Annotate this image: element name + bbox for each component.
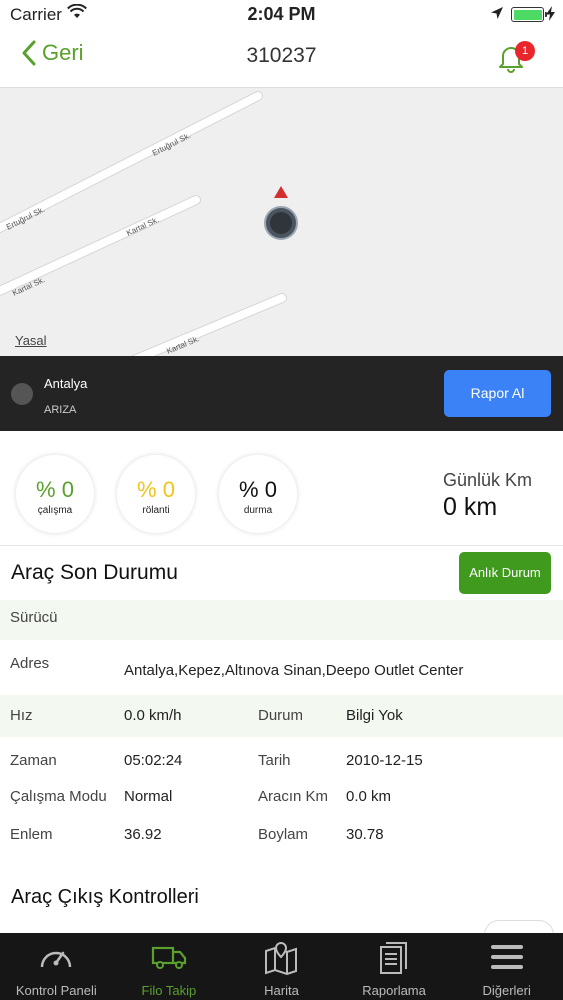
stat-label: rölanti: [142, 505, 170, 516]
address-row: Adres Antalya,Kepez,Altınova Sinan,Deepo…: [0, 640, 563, 695]
heading-arrow-icon: [274, 186, 288, 198]
state-value: Bilgi Yok: [346, 707, 403, 724]
street-label: Kartal Sk.: [125, 215, 160, 238]
notification-badge: 1: [515, 41, 535, 61]
date-value: 2010-12-15: [346, 752, 423, 769]
time-label: Zaman: [10, 752, 57, 769]
gauge-icon: [38, 941, 74, 976]
report-button[interactable]: Rapor Al: [444, 370, 551, 417]
address-label: Adres: [10, 655, 50, 672]
menu-icon: [489, 941, 525, 976]
driver-row: Sürücü: [0, 600, 563, 640]
instant-status-button[interactable]: Anlık Durum: [459, 552, 551, 594]
mode-value: Normal: [124, 788, 173, 805]
speed-value: 0.0 km/h: [124, 707, 182, 724]
tab-label: Kontrol Paneli: [15, 983, 97, 998]
daily-km-value: 0 km: [443, 493, 498, 521]
section-title: Araç Son Durumu: [11, 561, 178, 584]
time-row: Zaman 05:02:24 Tarih 2010-12-15: [0, 737, 563, 779]
tab-others[interactable]: Diğerleri: [450, 933, 563, 1000]
address-value: Antalya,Kepez,Altınova Sinan,Deepo Outle…: [124, 662, 464, 679]
stat-stopped: % 0 durma: [218, 454, 298, 534]
stats-panel: % 0 çalışma % 0 rölanti % 0 durma Günlük…: [0, 431, 563, 546]
date-label: Tarih: [258, 752, 291, 769]
tab-bar: Kontrol Paneli Filo Takip Harita Raporla…: [0, 933, 563, 1000]
daily-km-label: Günlük Km: [443, 470, 533, 490]
speed-row: Hız 0.0 km/h Durum Bilgi Yok: [0, 695, 563, 737]
latitude-label: Enlem: [10, 826, 53, 843]
tab-label: Diğerleri: [482, 983, 531, 998]
map-view[interactable]: Ertuğrul Sk. Ertuğrul Sk. Kartal Sk. Kar…: [0, 88, 563, 356]
status-dot-icon: [11, 383, 33, 405]
stat-idle: % 0 rölanti: [116, 454, 196, 534]
tab-label: Filo Takip: [141, 983, 197, 998]
mode-label: Çalışma Modu: [10, 788, 107, 805]
longitude-label: Boylam: [258, 826, 309, 843]
stat-label: çalışma: [37, 505, 73, 516]
vehicle-km-value: 0.0 km: [346, 788, 392, 805]
exit-controls-title: Araç Çıkış Kontrolleri: [11, 886, 199, 908]
page-title: 310237: [246, 44, 317, 67]
document-icon: [378, 941, 410, 980]
stat-working: % 0 çalışma: [15, 454, 95, 534]
truck-icon: [150, 941, 188, 976]
mode-row: Çalışma Modu Normal Aracın Km 0.0 km: [0, 779, 563, 815]
vehicle-info-bar: Antalya ARIZA Rapor Al: [0, 356, 563, 431]
time-value: 05:02:24: [124, 752, 183, 769]
vehicle-status: ARIZA: [44, 404, 77, 416]
navigation-bar: Geri 310237 1: [0, 30, 563, 88]
vehicle-km-label: Aracın Km: [258, 788, 329, 805]
charging-bolt-icon: [546, 6, 555, 24]
speed-label: Hız: [10, 707, 33, 724]
tab-fleet-tracking[interactable]: Filo Takip: [113, 933, 226, 1000]
state-label: Durum: [258, 707, 304, 724]
latitude-value: 36.92: [124, 826, 162, 843]
longitude-value: 30.78: [346, 826, 384, 843]
tab-reporting[interactable]: Raporlama: [338, 933, 451, 1000]
tab-label: Harita: [264, 983, 299, 998]
last-status-header: Araç Son Durumu Anlık Durum: [0, 546, 563, 600]
clock: 2:04 PM: [247, 4, 316, 24]
vehicle-city: Antalya: [44, 376, 88, 391]
battery-icon: [511, 7, 547, 22]
stat-value: % 0: [137, 477, 175, 502]
legal-link[interactable]: Yasal: [15, 333, 47, 348]
map-icon: [263, 941, 299, 978]
stat-value: % 0: [36, 477, 74, 502]
tab-label: Raporlama: [362, 983, 426, 998]
tab-control-panel[interactable]: Kontrol Paneli: [0, 933, 113, 1000]
stat-value: % 0: [239, 477, 277, 502]
stat-label: durma: [243, 505, 273, 516]
tab-map[interactable]: Harita: [225, 933, 338, 1000]
driver-label: Sürücü: [10, 609, 58, 626]
location-arrow-icon: [490, 6, 504, 25]
status-bar: Carrier 2:04 PM: [0, 0, 563, 30]
coordinates-row: Enlem 36.92 Boylam 30.78: [0, 815, 563, 855]
